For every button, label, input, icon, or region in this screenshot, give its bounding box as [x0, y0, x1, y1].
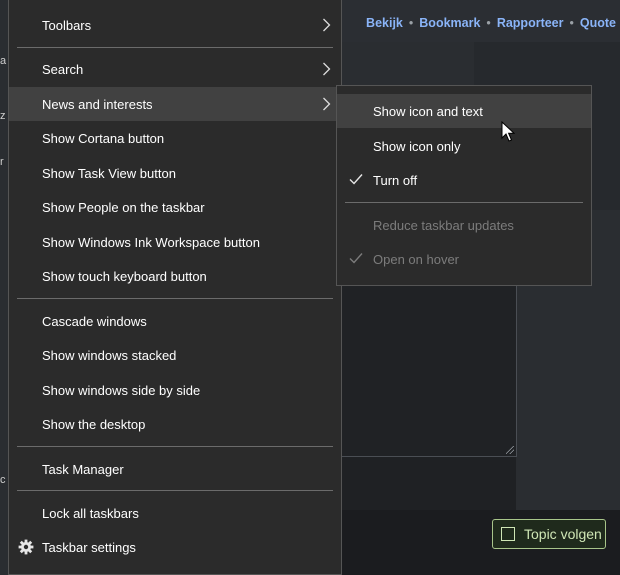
page-left-edge: [0, 0, 8, 575]
menu-separator: [17, 298, 333, 299]
report-link[interactable]: Rapporteer: [497, 16, 564, 30]
menu-item-lock-taskbars[interactable]: Lock all taskbars: [9, 496, 341, 530]
submenu-item-open-on-hover: Open on hover: [337, 242, 591, 276]
menu-item-task-manager[interactable]: Task Manager: [9, 452, 341, 486]
menu-item-news-and-interests[interactable]: News and interests: [9, 87, 341, 121]
chevron-right-icon: [323, 62, 331, 76]
follow-topic-button[interactable]: Topic volgen: [492, 519, 606, 549]
page-text-fragment: r: [0, 156, 4, 168]
reply-textarea[interactable]: [338, 286, 517, 457]
mouse-pointer-icon: [501, 121, 515, 142]
menu-separator: [345, 202, 583, 203]
submenu-item-show-icon-and-text[interactable]: Show icon and text: [337, 94, 591, 128]
submenu-item-show-icon-only[interactable]: Show icon only: [337, 129, 591, 163]
post-actions: Bekijk • Bookmark • Rapporteer • Quote: [366, 16, 616, 30]
quote-link[interactable]: Quote: [580, 16, 616, 30]
menu-item-taskbar-settings[interactable]: Taskbar settings: [9, 530, 341, 564]
chevron-right-icon: [323, 97, 331, 111]
menu-separator: [17, 47, 333, 48]
page-text-fragment: c: [0, 474, 6, 486]
page-text-fragment: a: [0, 55, 7, 67]
menu-separator: [17, 446, 333, 447]
menu-item-show-ink-workspace[interactable]: Show Windows Ink Workspace button: [9, 225, 341, 259]
menu-item-windows-stacked[interactable]: Show windows stacked: [9, 338, 341, 372]
submenu-item-reduce-taskbar-updates: Reduce taskbar updates: [373, 217, 514, 233]
chevron-right-icon: [323, 18, 331, 32]
resize-grip-icon[interactable]: [506, 446, 514, 454]
menu-item-show-desktop[interactable]: Show the desktop: [9, 407, 341, 441]
checkmark-icon: [349, 174, 363, 185]
news-and-interests-submenu: Show icon and text Show icon only Turn o…: [336, 85, 592, 286]
checkmark-icon: [349, 253, 363, 264]
menu-item-show-cortana[interactable]: Show Cortana button: [9, 121, 341, 155]
view-link[interactable]: Bekijk: [366, 16, 403, 30]
submenu-item-turn-off[interactable]: Turn off: [337, 163, 591, 197]
post-content-panel: [340, 42, 474, 86]
menu-item-show-touch-keyboard[interactable]: Show touch keyboard button: [9, 259, 341, 293]
bookmark-link[interactable]: Bookmark: [419, 16, 480, 30]
menu-item-show-people[interactable]: Show People on the taskbar: [9, 190, 341, 224]
menu-separator: [17, 490, 333, 491]
menu-item-search[interactable]: Search: [9, 52, 341, 86]
menu-item-windows-side-by-side[interactable]: Show windows side by side: [9, 373, 341, 407]
gear-icon: [18, 539, 34, 555]
follow-topic-label: Topic volgen: [524, 526, 602, 542]
menu-item-toolbars[interactable]: Toolbars: [9, 8, 341, 42]
menu-item-show-task-view[interactable]: Show Task View button: [9, 156, 341, 190]
checkbox-icon: [501, 527, 515, 541]
taskbar-context-menu: Toolbars Search News and interests Show …: [8, 0, 342, 575]
page-text-fragment: z: [0, 110, 6, 122]
menu-item-cascade-windows[interactable]: Cascade windows: [9, 304, 341, 338]
